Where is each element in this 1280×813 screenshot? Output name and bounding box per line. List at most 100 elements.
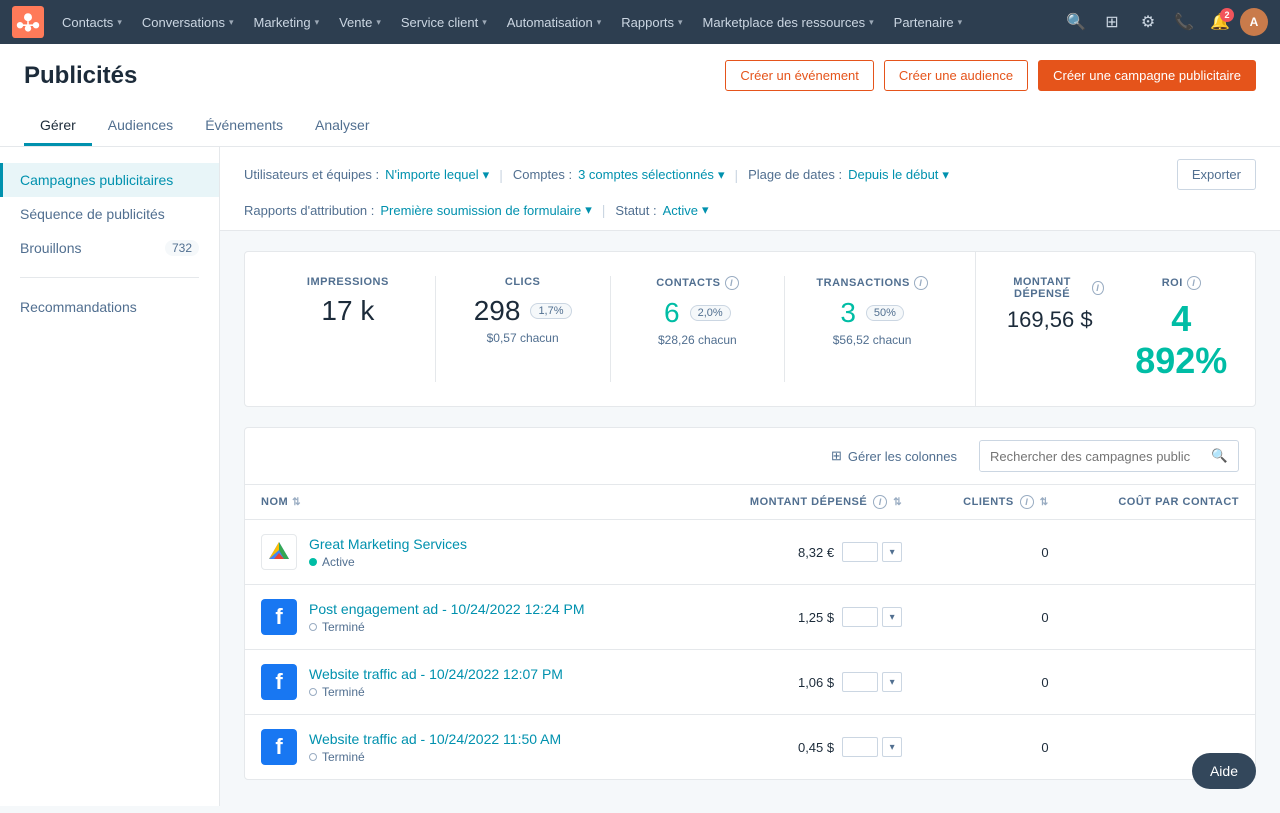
nav-conversations[interactable]: Conversations ▾ (132, 0, 244, 44)
status-label: Terminé (322, 620, 365, 634)
nav-automatisation[interactable]: Automatisation ▾ (497, 0, 612, 44)
campaign-clients-cell: 0 (918, 520, 1064, 585)
toggle-switch[interactable] (842, 737, 878, 757)
clics-sub: $0,57 chacun (448, 331, 598, 345)
toggle-chevron[interactable]: ▾ (882, 672, 902, 692)
campaign-clients-value: 0 (1041, 545, 1048, 560)
campaign-name-link[interactable]: Website traffic ad - 10/24/2022 12:07 PM (309, 666, 563, 682)
roi-info-icon[interactable]: i (1187, 276, 1201, 290)
nav-vente[interactable]: Vente ▾ (329, 0, 391, 44)
nav-marketing[interactable]: Marketing ▾ (243, 0, 329, 44)
stats-panel: IMPRESSIONS 17 k CLICS 298 1,7% $0,57 ch… (244, 251, 1256, 407)
toggle-chevron[interactable]: ▾ (882, 542, 902, 562)
toggle-group: ▾ (842, 542, 902, 562)
stats-right: MONTANT DÉPENSÉ i 169,56 $ ROI i 4 892% (975, 252, 1255, 406)
campaign-clients-cell: 0 (918, 650, 1064, 715)
tab-evenements[interactable]: Événements (189, 107, 299, 146)
toggle-switch[interactable] (842, 542, 878, 562)
toggle-chevron[interactable]: ▾ (882, 737, 902, 757)
montant-col-info-icon[interactable]: i (873, 495, 887, 509)
campaign-montant-value: 1,25 $ (798, 610, 834, 625)
stat-transactions: TRANSACTIONS i 3 50% $56,52 chacun (785, 276, 959, 382)
transactions-info-icon[interactable]: i (914, 276, 928, 290)
toggle-switch[interactable] (842, 672, 878, 692)
attribution-filter[interactable]: Première soumission de formulaire ▾ (380, 202, 591, 218)
campaign-status: Terminé (309, 620, 585, 634)
transactions-badge: 50% (866, 305, 904, 321)
sidebar-item-campagnes[interactable]: Campagnes publicitaires (0, 163, 219, 197)
status-dot (309, 688, 317, 696)
export-button[interactable]: Exporter (1177, 159, 1256, 190)
campaign-clients-cell: 0 (918, 585, 1064, 650)
toggle-chevron[interactable]: ▾ (882, 607, 902, 627)
campaign-name-link[interactable]: Website traffic ad - 10/24/2022 11:50 AM (309, 731, 561, 747)
table-wrapper: ⊞ Gérer les colonnes 🔍 NOM (220, 427, 1280, 780)
stat-roi: ROI i 4 892% (1128, 276, 1236, 382)
nav-partenaire[interactable]: Partenaire ▾ (884, 0, 973, 44)
montant-info-icon[interactable]: i (1092, 281, 1103, 295)
settings-icon[interactable]: ⚙ (1132, 6, 1164, 38)
nav-service-client[interactable]: Service client ▾ (391, 0, 497, 44)
phone-icon[interactable]: 📞 (1168, 6, 1200, 38)
campaign-clients-cell: 0 (918, 715, 1064, 780)
user-avatar[interactable]: A (1240, 8, 1268, 36)
campaign-name-cell: f Website traffic ad - 10/24/2022 11:50 … (245, 715, 688, 780)
plage-filter[interactable]: Depuis le début ▾ (848, 167, 949, 183)
contacts-sub: $28,26 chacun (623, 333, 773, 347)
campaign-name-cell: Great Marketing Services Active (245, 520, 688, 585)
utilisateurs-label: Utilisateurs et équipes : (244, 167, 379, 182)
sidebar-item-recommandations[interactable]: Recommandations (0, 290, 219, 324)
statut-filter[interactable]: Active ▾ (663, 202, 709, 218)
nav-marketplace[interactable]: Marketplace des ressources ▾ (693, 0, 884, 44)
create-event-button[interactable]: Créer un événement (725, 60, 874, 91)
chevron-down-icon: ▾ (958, 17, 963, 28)
search-button[interactable]: 🔍 (1201, 441, 1238, 471)
manage-columns-button[interactable]: ⊞ Gérer les colonnes (821, 442, 967, 470)
tab-analyser[interactable]: Analyser (299, 107, 385, 146)
chevron-down-icon: ▾ (702, 202, 709, 218)
nav-contacts[interactable]: Contacts ▾ (52, 0, 132, 44)
help-button[interactable]: Aide (1192, 753, 1256, 789)
campaign-montant-value: 8,32 € (798, 545, 834, 560)
page-tabs: Gérer Audiences Événements Analyser (24, 107, 1256, 146)
sidebar-item-brouillons[interactable]: Brouillons 732 (0, 231, 219, 265)
campaign-montant-cell: 0,45 $ ▾ (688, 715, 918, 780)
stat-montant-depense: MONTANT DÉPENSÉ i 169,56 $ (996, 276, 1104, 382)
stat-contacts: CONTACTS i 6 2,0% $28,26 chacun (611, 276, 786, 382)
clients-col-info-icon[interactable]: i (1020, 495, 1034, 509)
campaign-clients-value: 0 (1041, 610, 1048, 625)
attribution-label: Rapports d'attribution : (244, 203, 374, 218)
campaign-name-link[interactable]: Great Marketing Services (309, 536, 467, 552)
tab-gerer[interactable]: Gérer (24, 107, 92, 146)
sort-icon: ⇅ (292, 497, 301, 508)
status-dot (309, 558, 317, 566)
sidebar-item-sequence[interactable]: Séquence de publicités (0, 197, 219, 231)
sidebar-divider (20, 277, 199, 278)
campaign-name-cell: f Website traffic ad - 10/24/2022 12:07 … (245, 650, 688, 715)
search-icon[interactable]: 🔍 (1060, 6, 1092, 38)
nav-right: 🔍 ⊞ ⚙ 📞 🔔 2 A (1060, 6, 1268, 38)
chevron-down-icon: ▾ (869, 17, 874, 28)
contacts-value: 6 (664, 298, 680, 329)
apps-icon[interactable]: ⊞ (1096, 6, 1128, 38)
hubspot-logo[interactable] (12, 6, 44, 38)
utilisateurs-filter[interactable]: N'importe lequel ▾ (385, 167, 489, 183)
contacts-info-icon[interactable]: i (725, 276, 739, 290)
create-audience-button[interactable]: Créer une audience (884, 60, 1028, 91)
search-input[interactable] (980, 442, 1201, 471)
campaigns-tbody: Great Marketing Services Active 8,32 € ▾ (245, 520, 1255, 780)
table-toolbar: ⊞ Gérer les colonnes 🔍 (245, 428, 1255, 485)
plage-label: Plage de dates : (748, 167, 842, 182)
chevron-down-icon: ▾ (315, 17, 320, 28)
transactions-sub: $56,52 chacun (797, 333, 947, 347)
page-header: Publicités Créer un événement Créer une … (0, 44, 1280, 147)
create-campaign-button[interactable]: Créer une campagne publicitaire (1038, 60, 1256, 91)
campaign-status: Terminé (309, 685, 563, 699)
toggle-switch[interactable] (842, 607, 878, 627)
nav-rapports[interactable]: Rapports ▾ (611, 0, 692, 44)
tab-audiences[interactable]: Audiences (92, 107, 189, 146)
notifications-icon[interactable]: 🔔 2 (1204, 6, 1236, 38)
comptes-filter[interactable]: 3 comptes sélectionnés ▾ (578, 167, 724, 183)
campaign-name-link[interactable]: Post engagement ad - 10/24/2022 12:24 PM (309, 601, 585, 617)
toggle-group: ▾ (842, 607, 902, 627)
